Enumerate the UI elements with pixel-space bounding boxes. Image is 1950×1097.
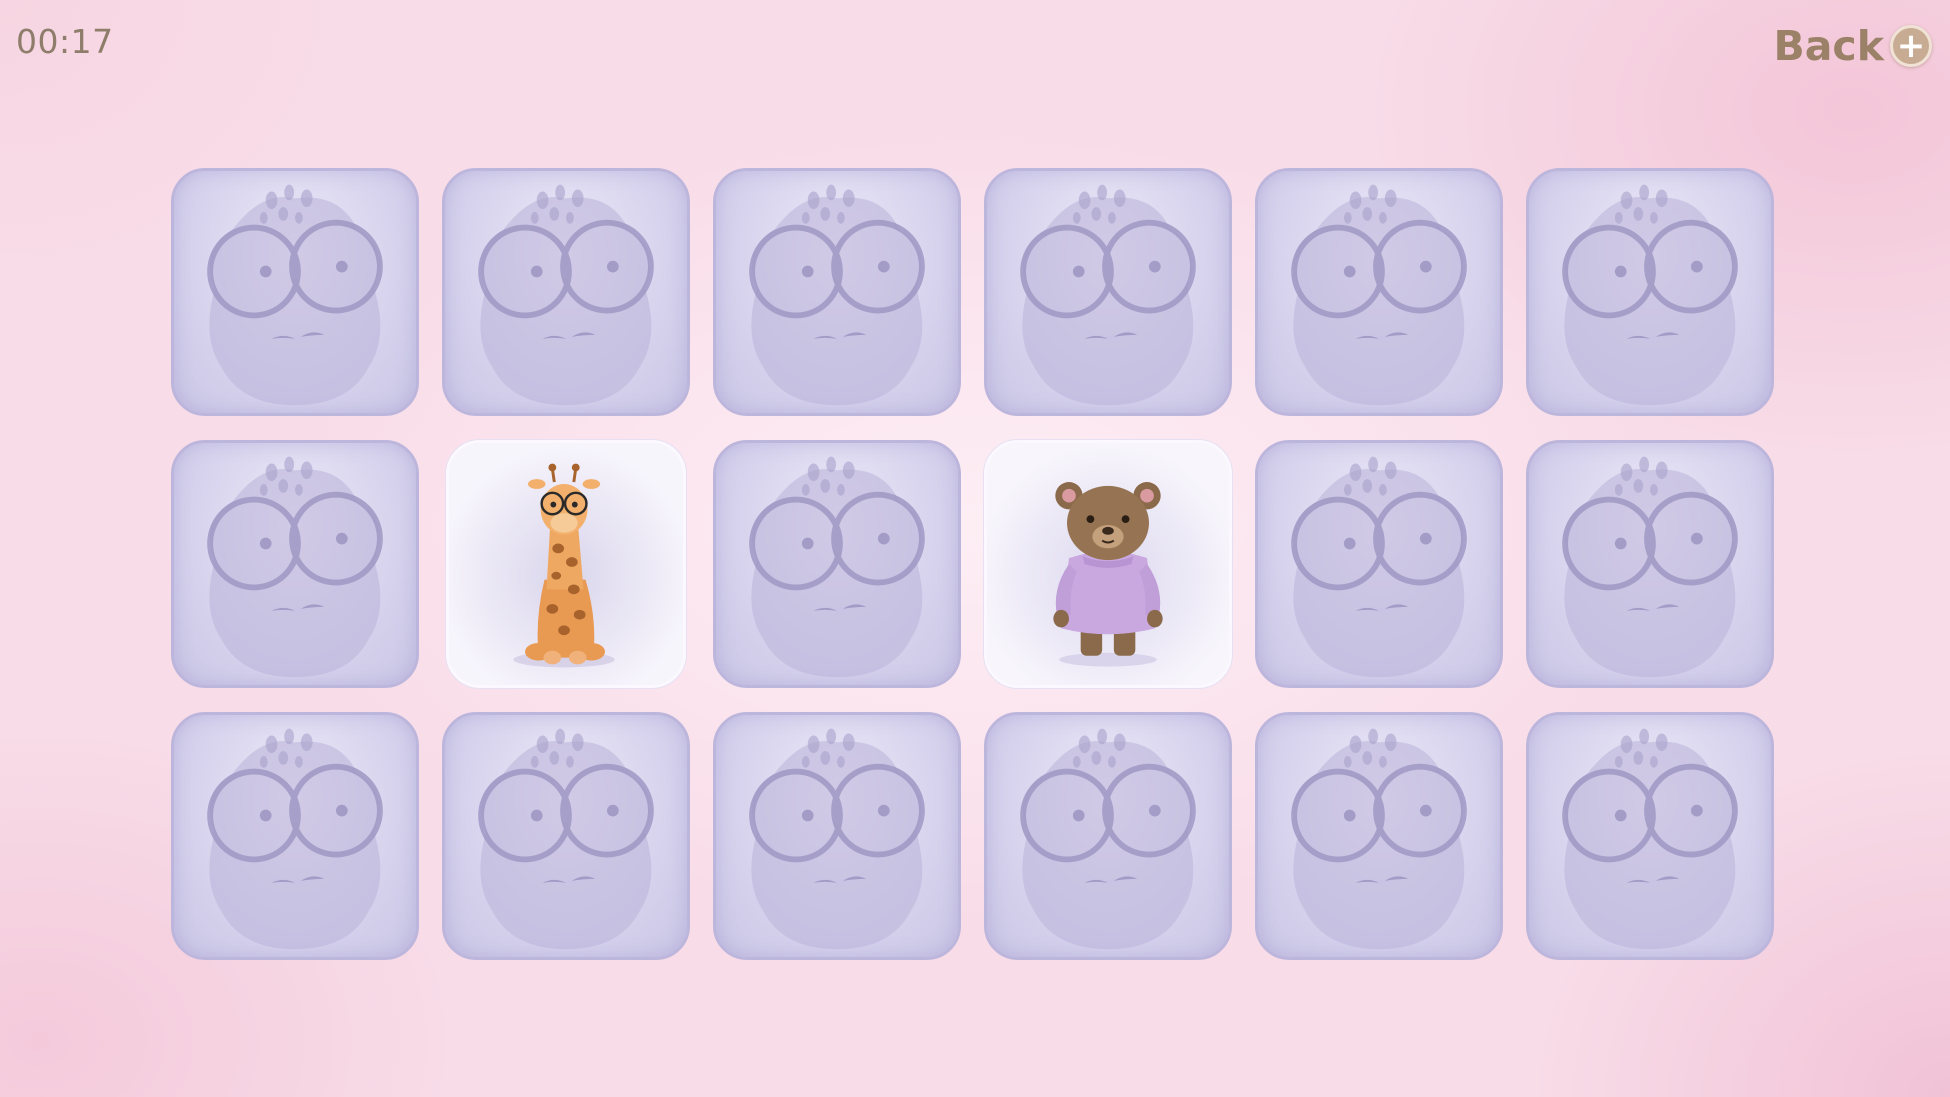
plus-circle-icon: +: [1890, 25, 1932, 67]
card-back-pattern: [174, 715, 416, 957]
memory-card-face-down[interactable]: [171, 440, 419, 688]
back-button[interactable]: Back +: [1773, 22, 1932, 70]
card-grid: [171, 168, 1774, 960]
card-back-pattern: [987, 715, 1229, 957]
memory-card-face-down[interactable]: [1255, 440, 1503, 688]
card-back-pattern: [1529, 443, 1771, 685]
memory-card-face-up[interactable]: [984, 440, 1232, 688]
memory-card-face-down[interactable]: [1255, 168, 1503, 416]
memory-card-face-down[interactable]: [713, 440, 961, 688]
memory-card-face-down[interactable]: [713, 712, 961, 960]
memory-card-face-down[interactable]: [1526, 712, 1774, 960]
memory-card-face-down[interactable]: [984, 168, 1232, 416]
giraffe-card-image: [449, 443, 683, 685]
memory-card-face-down[interactable]: [984, 712, 1232, 960]
memory-card-face-down[interactable]: [171, 712, 419, 960]
card-back-pattern: [1258, 715, 1500, 957]
card-back-pattern: [1529, 715, 1771, 957]
back-button-label: Back: [1773, 22, 1885, 70]
memory-card-face-down[interactable]: [1255, 712, 1503, 960]
card-back-pattern: [1258, 443, 1500, 685]
card-back-pattern: [716, 715, 958, 957]
memory-card-face-up[interactable]: [446, 440, 686, 688]
card-back-pattern: [445, 171, 687, 413]
card-back-pattern: [174, 443, 416, 685]
card-back-pattern: [987, 171, 1229, 413]
memory-card-face-down[interactable]: [1526, 440, 1774, 688]
memory-card-face-down[interactable]: [1526, 168, 1774, 416]
card-back-pattern: [716, 443, 958, 685]
bear-card-image: [987, 443, 1229, 685]
card-back-pattern: [174, 171, 416, 413]
memory-card-face-down[interactable]: [442, 168, 690, 416]
card-back-pattern: [445, 715, 687, 957]
memory-card-face-down[interactable]: [713, 168, 961, 416]
game-timer: 00:17: [16, 22, 114, 61]
memory-card-face-down[interactable]: [442, 712, 690, 960]
card-back-pattern: [716, 171, 958, 413]
card-back-pattern: [1258, 171, 1500, 413]
card-back-pattern: [1529, 171, 1771, 413]
memory-card-face-down[interactable]: [171, 168, 419, 416]
